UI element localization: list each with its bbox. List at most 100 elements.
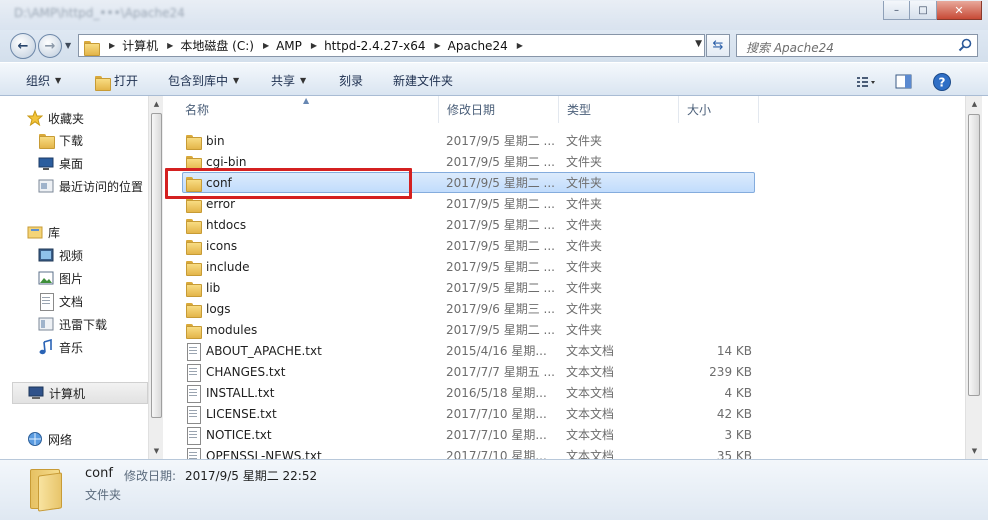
sidebar-item-label: 图片: [59, 271, 84, 286]
sidebar-item-label: 视频: [59, 248, 84, 263]
file-name-cell: modules: [185, 322, 257, 339]
file-date: 2017/9/5 星期二 ...: [446, 176, 555, 190]
file-date: 2017/9/5 星期二 ...: [446, 260, 555, 274]
file-size: 35 KB: [716, 448, 752, 460]
file-name-cell: INSTALL.txt: [185, 384, 275, 403]
file-row[interactable]: bin 2017/9/5 星期二 ... 文件夹: [163, 130, 965, 151]
open-label: 打开: [114, 73, 139, 88]
file-row[interactable]: logs 2017/9/6 星期三 ... 文件夹: [163, 298, 965, 319]
navigation-pane: 收藏夹 下载 桌面 最近访问的位置 库 视频 图片 文档 迅雷下载 音乐 计算机: [0, 96, 163, 459]
network-icon: [27, 431, 43, 447]
burn-button[interactable]: 刻录: [339, 63, 363, 97]
file-row[interactable]: include 2017/9/5 星期二 ... 文件夹: [163, 256, 965, 277]
scroll-thumb[interactable]: [968, 114, 980, 396]
file-row[interactable]: icons 2017/9/5 星期二 ... 文件夹: [163, 235, 965, 256]
downloads-folder-icon: [38, 132, 55, 149]
organize-button[interactable]: 组织 ▼: [26, 63, 61, 97]
file-date: 2017/7/7 星期五 ...: [446, 365, 555, 379]
breadcrumb-amp[interactable]: AMP: [273, 35, 305, 56]
file-name: OPENSSL-NEWS.txt: [206, 448, 322, 460]
close-button[interactable]: ✕: [937, 1, 982, 20]
search-placeholder: 搜索 Apache24: [746, 41, 834, 55]
breadcrumb-apache24[interactable]: Apache24: [445, 35, 511, 56]
include-in-library-button[interactable]: 包含到库中 ▼: [168, 63, 239, 97]
address-bar[interactable]: ▶ 计算机 ▶ 本地磁盘 (C:) ▶ AMP ▶ httpd-2.4.27-x…: [78, 34, 705, 57]
file-date: 2017/7/10 星期...: [446, 428, 547, 442]
sidebar-item-label: 音乐: [59, 340, 84, 355]
column-name[interactable]: 名称 ▲: [163, 96, 439, 123]
chevron-right-icon[interactable]: ▶: [517, 41, 523, 50]
file-size: 239 KB: [709, 364, 752, 379]
forward-button[interactable]: →: [38, 34, 62, 58]
breadcrumb-computer[interactable]: 计算机: [119, 35, 161, 56]
address-history-dropdown-icon[interactable]: ▼: [695, 39, 702, 49]
file-row[interactable]: NOTICE.txt 2017/7/10 星期... 文本文档 3 KB: [163, 424, 965, 445]
sidebar-item-label: 下载: [59, 133, 84, 148]
file-date: 2017/9/5 星期二 ...: [446, 197, 555, 211]
chevron-right-icon[interactable]: ▶: [167, 41, 173, 50]
change-view-icon[interactable]: [856, 75, 876, 89]
sidebar-item-label: 网络: [48, 432, 73, 447]
column-date[interactable]: 修改日期: [439, 96, 559, 123]
file-name: ABOUT_APACHE.txt: [206, 343, 322, 358]
scroll-down-icon[interactable]: ▼: [149, 443, 164, 459]
navigation-pane-scrollbar[interactable]: ▲ ▼: [148, 96, 163, 459]
file-name: CHANGES.txt: [206, 364, 286, 379]
chevron-right-icon[interactable]: ▶: [311, 41, 317, 50]
file-date: 2017/9/5 星期二 ...: [446, 239, 555, 253]
chevron-right-icon[interactable]: ▶: [435, 41, 441, 50]
file-type: 文件夹: [566, 218, 603, 232]
file-name: htdocs: [206, 217, 247, 232]
column-type[interactable]: 类型: [559, 96, 679, 123]
refresh-button[interactable]: ⇆: [706, 34, 730, 57]
file-row[interactable]: ABOUT_APACHE.txt 2015/4/16 星期... 文本文档 14 KB: [163, 340, 965, 361]
file-list-scrollbar[interactable]: ▲ ▼: [965, 96, 982, 459]
file-row[interactable]: OPENSSL-NEWS.txt 2017/7/10 星期... 文本文档 35 KB: [163, 445, 965, 459]
sidebar-item-label: 库: [48, 225, 61, 240]
file-row[interactable]: htdocs 2017/9/5 星期二 ... 文件夹: [163, 214, 965, 235]
details-item-name: conf: [85, 466, 113, 481]
scroll-up-icon[interactable]: ▲: [966, 96, 983, 112]
share-button[interactable]: 共享 ▼: [271, 63, 306, 97]
preview-pane-icon[interactable]: [894, 74, 914, 90]
svg-text:?: ?: [939, 76, 946, 90]
breadcrumb-local-disk[interactable]: 本地磁盘 (C:): [177, 35, 257, 56]
file-row[interactable]: INSTALL.txt 2016/5/18 星期... 文本文档 4 KB: [163, 382, 965, 403]
sidebar-item-label: 计算机: [49, 386, 86, 401]
back-button[interactable]: ←: [10, 33, 36, 59]
file-row[interactable]: CHANGES.txt 2017/7/7 星期五 ... 文本文档 239 KB: [163, 361, 965, 382]
sidebar-item-computer[interactable]: 计算机: [12, 382, 148, 404]
large-folder-icon: [28, 466, 64, 512]
open-button[interactable]: 打开: [94, 63, 138, 97]
help-icon[interactable]: ?: [932, 72, 952, 92]
chevron-right-icon[interactable]: ▶: [109, 41, 115, 50]
file-row[interactable]: LICENSE.txt 2017/7/10 星期... 文本文档 42 KB: [163, 403, 965, 424]
file-type: 文本文档: [566, 365, 615, 379]
file-name-cell: logs: [185, 301, 231, 318]
column-size[interactable]: 大小: [679, 96, 759, 123]
scroll-down-icon[interactable]: ▼: [966, 443, 983, 459]
sidebar-item-label: 文档: [59, 294, 84, 309]
maximize-button[interactable]: □: [910, 1, 937, 20]
star-icon: [26, 109, 44, 127]
file-row[interactable]: modules 2017/9/5 星期二 ... 文件夹: [163, 319, 965, 340]
desktop-icon: [38, 155, 54, 171]
file-date: 2017/7/10 星期...: [446, 449, 547, 459]
window-controls: – □ ✕: [883, 1, 982, 20]
recent-pages-dropdown-icon[interactable]: ▼: [65, 41, 71, 50]
file-type: 文本文档: [566, 407, 615, 421]
chevron-right-icon[interactable]: ▶: [263, 41, 269, 50]
file-name: INSTALL.txt: [206, 385, 275, 400]
search-input[interactable]: 搜索 Apache24: [736, 34, 978, 57]
file-size: 3 KB: [724, 427, 752, 442]
computer-icon: [28, 385, 44, 401]
minimize-button[interactable]: –: [883, 1, 910, 20]
file-name: logs: [206, 301, 231, 316]
breadcrumb-httpd[interactable]: httpd-2.4.27-x64: [321, 35, 428, 56]
scroll-up-icon[interactable]: ▲: [149, 96, 164, 112]
scroll-thumb[interactable]: [151, 113, 162, 418]
file-row[interactable]: lib 2017/9/5 星期二 ... 文件夹: [163, 277, 965, 298]
back-arrow-icon: ←: [17, 38, 29, 54]
search-icon[interactable]: [958, 38, 972, 52]
new-folder-button[interactable]: 新建文件夹: [393, 63, 453, 97]
